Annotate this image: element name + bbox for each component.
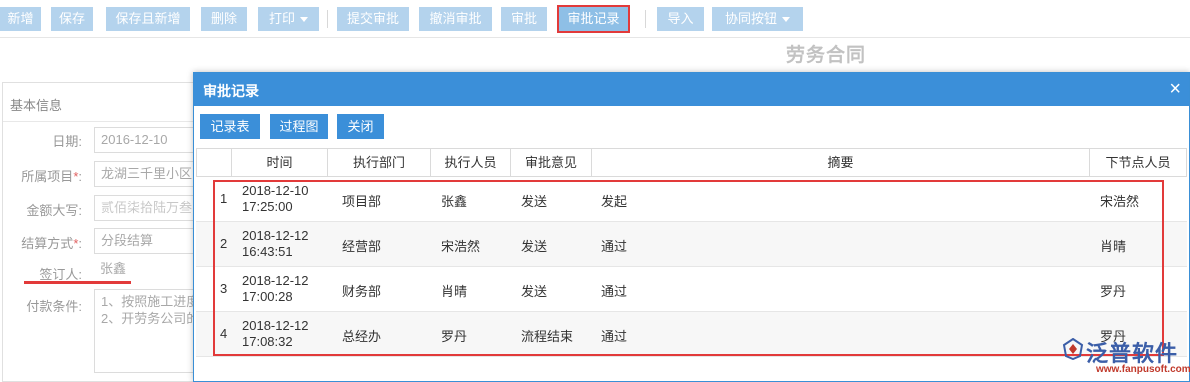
amount-words-field[interactable]: 贰佰柒拾陆万叁 — [94, 195, 204, 221]
submit-approval-button-label: 提交审批 — [346, 11, 399, 26]
amount-words-label: 金额大写: — [2, 200, 82, 219]
header-department: 执行部门 — [328, 149, 431, 176]
header-time: 时间 — [232, 149, 328, 176]
chevron-down-icon — [782, 17, 790, 23]
chevron-down-icon — [300, 17, 308, 23]
fanpu-logo-icon — [1062, 338, 1084, 360]
header-executor: 执行人员 — [431, 149, 511, 176]
signer-value: 张鑫 — [100, 261, 127, 276]
close-icon[interactable]: × — [1169, 79, 1181, 99]
signer-highlight-underline — [24, 281, 131, 284]
payment-terms-label: 付款条件: — [2, 296, 82, 315]
submit-approval-button[interactable]: 提交审批 — [337, 7, 409, 31]
payment-terms-line: 1、按照施工进度 — [101, 294, 200, 309]
toolbar: 新增 保存 保存且新增 删除 打印 提交审批 撤消审批 审批 审批记录 导入 协… — [0, 0, 1190, 38]
collaboration-button-label: 协同按钮 — [724, 11, 777, 26]
approval-records-highlight — [557, 5, 630, 33]
project-value: 龙湖三千里小区 — [101, 166, 193, 181]
dialog-title: 审批记录 — [203, 83, 259, 99]
project-field[interactable]: 龙湖三千里小区 — [94, 161, 204, 187]
amount-words-value: 贰佰柒拾陆万叁 — [101, 200, 193, 215]
section-title: 基本信息 — [10, 98, 63, 113]
signer-label-text: 签订人: — [39, 267, 82, 282]
payment-terms-line: 2、开劳务公司的 — [101, 311, 200, 326]
watermark-url: www.fanpusoft.com — [1096, 364, 1190, 375]
save-button[interactable]: 保存 — [51, 7, 93, 31]
header-row-number — [197, 149, 232, 176]
approve-button-label: 审批 — [510, 11, 537, 26]
header-next-person: 下节点人员 — [1105, 155, 1171, 170]
payment-terms-label-text: 付款条件: — [26, 299, 82, 314]
signer-field[interactable]: 张鑫 — [94, 257, 204, 283]
table-header: 时间 执行部门 执行人员 审批意见 摘要 下节点人员 — [196, 148, 1187, 177]
record-table-button[interactable]: 记录表 — [200, 114, 260, 139]
date-value: 2016-12-10 — [101, 132, 168, 147]
project-label-text: 所属项目 — [21, 169, 74, 184]
toolbar-divider — [645, 10, 646, 28]
save-and-add-button[interactable]: 保存且新增 — [106, 7, 190, 31]
import-button-label: 导入 — [667, 11, 694, 26]
project-label: 所属项目*: — [2, 166, 82, 185]
date-label-text: 日期: — [52, 134, 82, 149]
add-button[interactable]: 新增 — [0, 7, 41, 31]
label-colon: : — [78, 236, 82, 251]
import-button[interactable]: 导入 — [657, 7, 704, 31]
page-title: 劳务合同 — [786, 45, 867, 66]
settlement-value: 分段结算 — [101, 233, 154, 248]
close-button-label: 关闭 — [347, 119, 374, 134]
save-and-add-button-label: 保存且新增 — [115, 11, 181, 26]
close-button[interactable]: 关闭 — [337, 114, 384, 139]
print-button-label: 打印 — [268, 11, 295, 26]
approve-button[interactable]: 审批 — [501, 7, 547, 31]
section-divider — [3, 121, 203, 122]
cancel-approval-button[interactable]: 撤消审批 — [419, 7, 492, 31]
payment-terms-field[interactable]: 1、按照施工进度 2、开劳务公司的 — [94, 289, 204, 373]
settlement-label: 结算方式*: — [2, 233, 82, 252]
cancel-approval-button-label: 撤消审批 — [429, 11, 482, 26]
save-button-label: 保存 — [58, 11, 85, 26]
delete-button[interactable]: 删除 — [201, 7, 247, 31]
collaboration-button[interactable]: 协同按钮 — [712, 7, 803, 31]
settlement-label-text: 结算方式 — [21, 236, 74, 251]
dialog-header: 审批记录 × — [194, 73, 1189, 106]
print-button[interactable]: 打印 — [258, 7, 319, 31]
settlement-field[interactable]: 分段结算 — [94, 228, 204, 254]
header-opinion: 审批意见 — [511, 149, 592, 176]
process-chart-button-label: 过程图 — [279, 119, 319, 134]
header-summary: 摘要 — [592, 149, 1090, 176]
date-field[interactable]: 2016-12-10 — [94, 127, 204, 153]
add-button-label: 新增 — [7, 11, 34, 26]
record-table-button-label: 记录表 — [210, 119, 250, 134]
fanpusoft-watermark: 泛普软件 www.fanpusoft.com — [1062, 336, 1190, 380]
process-chart-button[interactable]: 过程图 — [270, 114, 328, 139]
label-colon: : — [78, 169, 82, 184]
toolbar-divider — [327, 10, 328, 28]
amount-words-label-text: 金额大写: — [26, 203, 82, 218]
delete-button-label: 删除 — [210, 11, 237, 26]
date-label: 日期: — [2, 131, 82, 150]
records-highlight-box — [213, 180, 1164, 356]
